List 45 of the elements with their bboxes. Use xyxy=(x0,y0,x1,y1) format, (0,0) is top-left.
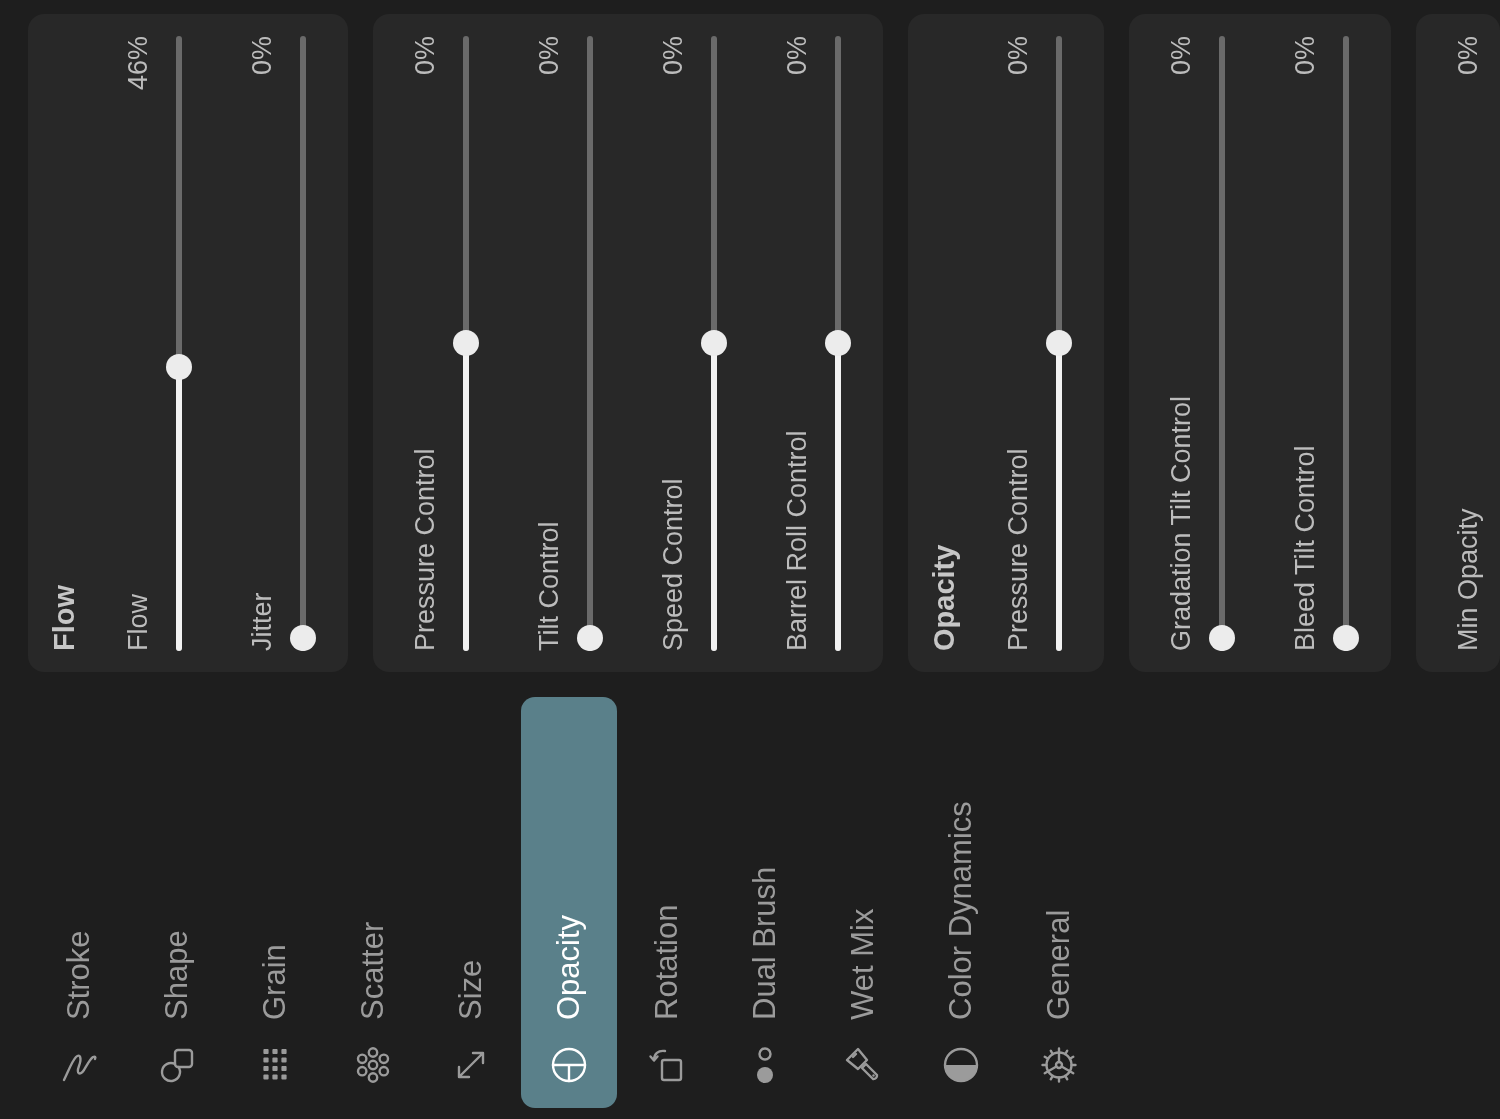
tab[interactable]: Wet Mix xyxy=(815,697,911,1108)
section-title: Flow xyxy=(48,584,81,651)
slider-value: 0% xyxy=(1453,36,1483,76)
gear-icon xyxy=(1039,1045,1079,1085)
tab[interactable]: Size xyxy=(423,697,519,1108)
slider-thumb[interactable] xyxy=(453,330,479,357)
slider-value: 0% xyxy=(658,36,688,76)
slider-value: 0% xyxy=(1290,36,1320,76)
tab[interactable]: General xyxy=(1011,697,1107,1108)
slider-label: Min Opacity xyxy=(1453,508,1483,651)
tab[interactable]: Shape xyxy=(129,697,225,1108)
circle-lines-icon xyxy=(549,1045,589,1085)
slider-value: 0% xyxy=(1166,36,1196,76)
slider-value: 0% xyxy=(1003,36,1033,76)
slider-label: Gradation Tilt Control xyxy=(1166,395,1196,651)
slider-label: Speed Control xyxy=(658,478,688,651)
slider-thumb[interactable] xyxy=(166,354,192,381)
section-title: Opacity xyxy=(928,544,961,651)
slider-thumb[interactable] xyxy=(1333,625,1359,651)
slider-label: Flow xyxy=(123,594,153,651)
slider-label: Bleed Tilt Control xyxy=(1290,445,1320,651)
tab[interactable]: Opacity xyxy=(521,697,617,1108)
tab[interactable]: Dual Brush xyxy=(717,697,813,1108)
slider-label: Tilt Control xyxy=(534,521,564,651)
slider-value: 0% xyxy=(534,36,564,76)
tab[interactable]: Stroke xyxy=(31,697,127,1108)
slider-thumb[interactable] xyxy=(1046,330,1072,357)
slider-thumb[interactable] xyxy=(577,625,603,651)
slider-label: Jitter xyxy=(247,592,277,651)
slider-thumb[interactable] xyxy=(701,330,727,357)
slider-label: Pressure Control xyxy=(410,448,440,651)
tab[interactable]: Color Dynamics xyxy=(913,697,1009,1108)
tab[interactable]: Rotation xyxy=(619,697,715,1108)
tab[interactable]: Scatter xyxy=(325,697,421,1108)
slider-thumb[interactable] xyxy=(1209,625,1235,651)
slider-thumb[interactable] xyxy=(290,625,316,651)
slider-value: 46% xyxy=(123,36,153,91)
slider-label: Pressure Control xyxy=(1003,448,1033,651)
slider-thumb[interactable] xyxy=(825,330,851,357)
slider-value: 0% xyxy=(782,36,812,76)
slider-value: 0% xyxy=(247,36,277,76)
slider-value: 0% xyxy=(410,36,440,76)
tab[interactable]: Grain xyxy=(227,697,323,1108)
slider-label: Barrel Roll Control xyxy=(782,430,812,651)
half-filled-circle-icon xyxy=(941,1045,981,1085)
